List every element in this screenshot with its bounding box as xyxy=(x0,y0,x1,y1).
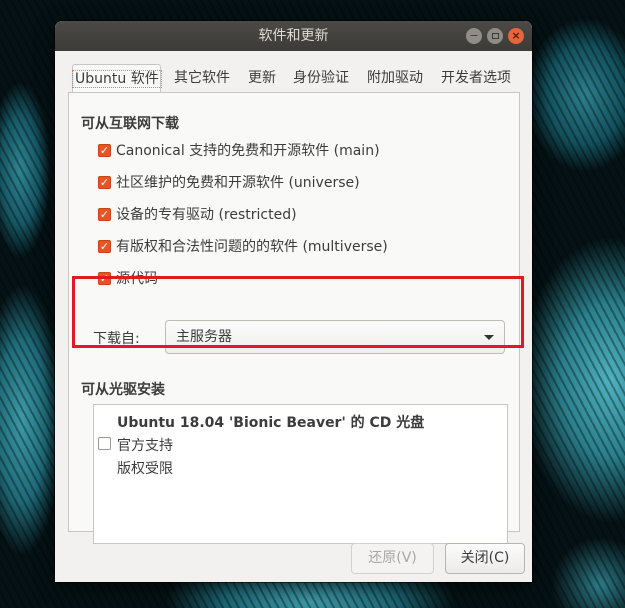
cdrom-restricted: 版权受限 xyxy=(117,461,173,477)
cdrom-section-heading: 可从光驱安装 xyxy=(81,382,165,398)
tab-authentication[interactable]: 身份验证 xyxy=(287,64,355,92)
checkbox-label: 设备的专有驱动 (restricted) xyxy=(116,207,297,223)
checkbox-label: 源代码 xyxy=(116,271,158,287)
tab-label: 附加驱动 xyxy=(367,70,423,86)
minimize-button[interactable]: − xyxy=(466,28,482,44)
maximize-button[interactable] xyxy=(487,28,503,44)
titlebar[interactable]: 软件和更新 − × xyxy=(55,21,532,51)
checkbox-label: 社区维护的免费和开源软件 (universe) xyxy=(116,175,360,191)
checkbox-checked-icon[interactable]: ✓ xyxy=(98,240,111,253)
download-server-dropdown[interactable]: 主服务器 xyxy=(165,320,505,354)
tab-updates[interactable]: 更新 xyxy=(243,64,281,92)
maximize-icon xyxy=(491,33,499,39)
checkbox-label: 有版权和合法性问题的的软件 (multiverse) xyxy=(116,239,388,255)
close-icon: × xyxy=(511,29,521,42)
software-updates-window: 软件和更新 − × Ubuntu 软件 其它软件 更新 身份验证 附加驱动 开发… xyxy=(55,21,532,582)
tab-label: 更新 xyxy=(248,70,276,86)
dropdown-value: 主服务器 xyxy=(176,329,232,345)
revert-button[interactable]: 还原(V) xyxy=(351,543,434,574)
cdrom-support: 官方支持 xyxy=(117,438,173,454)
minimize-icon: − xyxy=(469,29,479,42)
tab-panel: 可从互联网下载 ✓ Canonical 支持的免费和开源软件 (main) ✓ … xyxy=(68,92,520,544)
tab-label: 身份验证 xyxy=(293,70,349,86)
cdrom-title: Ubuntu 18.04 'Bionic Beaver' 的 CD 光盘 xyxy=(117,415,425,431)
internet-section-heading: 可从互联网下载 xyxy=(81,116,179,132)
cdrom-checkbox[interactable] xyxy=(98,437,111,450)
tab-ubuntu-software[interactable]: Ubuntu 软件 xyxy=(72,64,162,92)
checkbox-checked-icon[interactable]: ✓ xyxy=(98,176,111,189)
tab-label: Ubuntu 软件 xyxy=(72,70,162,88)
tab-developer-options[interactable]: 开发者选项 xyxy=(435,64,517,92)
window-title: 软件和更新 xyxy=(258,28,329,44)
tab-label: 开发者选项 xyxy=(441,70,511,86)
dropdown-arrow-icon xyxy=(484,335,494,340)
checkbox-checked-icon[interactable]: ✓ xyxy=(98,144,111,157)
checkbox-label: Canonical 支持的免费和开源软件 (main) xyxy=(116,143,380,159)
download-from-label: 下载自: xyxy=(93,331,140,347)
tab-label: 其它软件 xyxy=(174,70,230,86)
checkbox-checked-icon[interactable]: ✓ xyxy=(98,272,111,285)
close-window-button[interactable]: × xyxy=(508,28,524,44)
tab-additional-drivers[interactable]: 附加驱动 xyxy=(361,64,429,92)
cdrom-list: Ubuntu 18.04 'Bionic Beaver' 的 CD 光盘 官方支… xyxy=(93,404,508,544)
checkbox-checked-icon[interactable]: ✓ xyxy=(98,208,111,221)
close-button[interactable]: 关闭(C) xyxy=(445,543,525,574)
tab-other-software[interactable]: 其它软件 xyxy=(167,64,237,92)
